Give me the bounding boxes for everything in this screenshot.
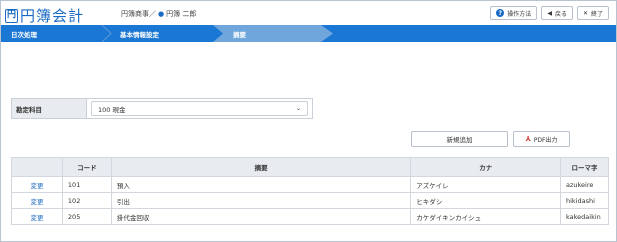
table-row: 変更 205 掛代金回収 カケダイキンカイシュ kakedaikin	[11, 208, 610, 225]
cell-kana: カケダイキンカイシュ	[410, 208, 561, 225]
help-icon: ?	[496, 9, 505, 17]
cell-code: 102	[61, 192, 112, 209]
help-button[interactable]: ? 操作方法	[490, 6, 538, 20]
company-info: 円簿商事 ／ ● 円簿 二郎	[121, 9, 196, 19]
cell-code: 205	[61, 208, 112, 225]
breadcrumb-item-summary: 摘要	[233, 30, 246, 39]
back-button[interactable]: ◀ 戻る	[541, 6, 573, 20]
table-header-row: コード 摘要 カナ ローマ字	[11, 157, 610, 177]
pdf-icon: ⅄	[525, 135, 531, 143]
back-button-label: 戻る	[554, 10, 567, 18]
app-header: 円 円簿会計 円簿商事 ／ ● 円簿 二郎 ? 操作方法 ◀ 戻る ✕ 終了	[1, 1, 616, 25]
cell-kana: アズケイレ	[410, 176, 561, 193]
breadcrumb-item-basic-settings[interactable]: 基本情報設定	[120, 25, 159, 42]
chevron-right-icon	[101, 25, 112, 42]
pdf-export-button[interactable]: ⅄ PDF出力	[513, 131, 570, 147]
cell-kana: ヒキダシ	[410, 192, 561, 209]
cell-description: 引出	[110, 192, 412, 209]
cell-description: 預入	[110, 176, 412, 193]
cell-romaji: azukeire	[559, 176, 610, 193]
breadcrumb: 日次処理 基本情報設定 摘要	[1, 25, 616, 42]
cell-code: 101	[61, 176, 112, 193]
table-row: 変更 102 引出 ヒキダシ hikidashi	[11, 192, 610, 209]
exit-button-label: 終了	[590, 10, 603, 18]
edit-link[interactable]: 変更	[11, 176, 63, 193]
header-edit	[11, 157, 63, 177]
header-buttons: ? 操作方法 ◀ 戻る ✕ 終了	[490, 6, 609, 20]
account-field-row: 勘定科目 100 現金 ⌄	[11, 98, 313, 119]
arrow-left-icon: ◀	[547, 9, 552, 17]
pdf-export-label: PDF出力	[533, 136, 558, 144]
cell-romaji: hikidashi	[559, 192, 610, 209]
summary-table: コード 摘要 カナ ローマ字 変更 101 預入 アズケイレ azukeire …	[11, 157, 610, 225]
account-select-value: 100 現金	[98, 105, 126, 114]
app-logo: 円 円簿会計	[5, 5, 84, 26]
table-row: 変更 101 預入 アズケイレ azukeire	[11, 176, 610, 193]
breadcrumb-item-daily[interactable]: 日次処理	[11, 25, 37, 42]
cell-romaji: kakedaikin	[559, 208, 610, 225]
chevron-down-icon: ⌄	[295, 105, 301, 112]
exit-button[interactable]: ✕ 終了	[576, 6, 609, 20]
account-select[interactable]: 100 現金 ⌄	[91, 101, 308, 116]
company-separator: ／	[149, 10, 156, 18]
header-code: コード	[61, 157, 112, 177]
add-new-button[interactable]: 新規追加	[411, 131, 508, 147]
edit-link[interactable]: 変更	[11, 192, 63, 209]
user-dot-icon: ●	[158, 10, 165, 18]
breadcrumb-current-highlight	[213, 25, 333, 42]
logo-icon: 円	[5, 8, 18, 23]
header-description: 摘要	[110, 157, 412, 177]
account-label: 勘定科目	[12, 99, 87, 118]
company-name: 円簿商事	[121, 10, 149, 18]
header-kana: カナ	[410, 157, 561, 177]
edit-link[interactable]: 変更	[11, 208, 63, 225]
header-romaji: ローマ字	[559, 157, 610, 177]
cell-description: 掛代金回収	[110, 208, 412, 225]
help-button-label: 操作方法	[507, 10, 532, 18]
close-icon: ✕	[582, 9, 588, 17]
user-name: 円簿 二郎	[166, 10, 197, 18]
app-title: 円簿会計	[20, 7, 85, 25]
